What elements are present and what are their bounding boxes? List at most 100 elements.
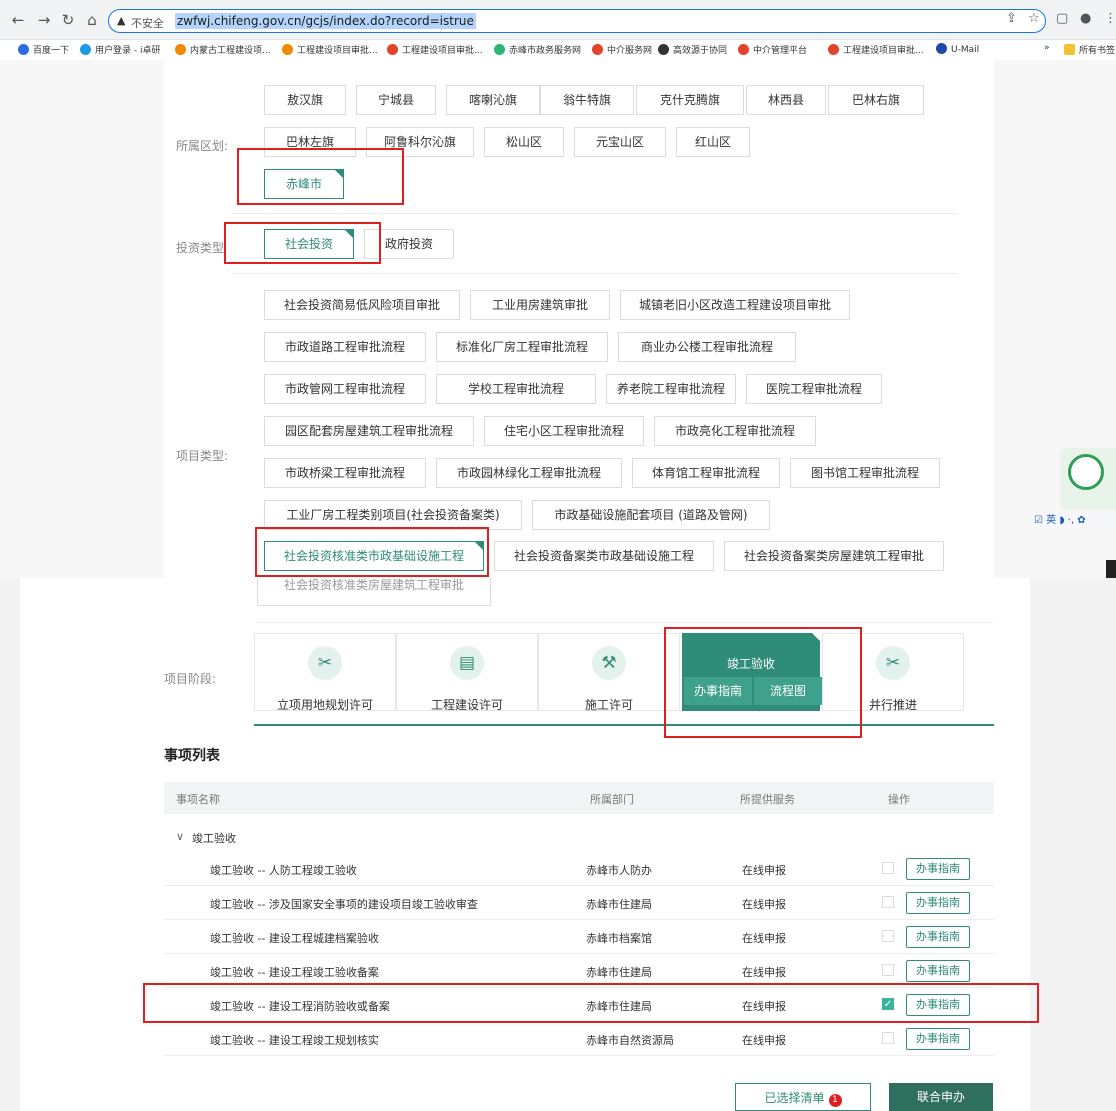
folder-icon: ▤	[450, 646, 484, 680]
insecure-label: 不安全	[131, 17, 164, 30]
project-type-tag[interactable]: 园区配套房屋建筑工程审批流程	[264, 416, 474, 446]
forward-icon[interactable]: →	[34, 10, 54, 30]
project-type-tag[interactable]: 商业办公楼工程审批流程	[618, 332, 796, 362]
bookmark-item[interactable]: 中介服务网	[592, 43, 652, 56]
row-guide-button[interactable]: 办事指南	[906, 960, 970, 982]
stage-construction-permit[interactable]: ⚒ 施工许可	[538, 633, 680, 712]
warning-icon: ▲	[117, 14, 126, 27]
project-type-tag[interactable]: 标准化厂房工程审批流程	[436, 332, 608, 362]
qr-widget[interactable]	[1060, 448, 1116, 510]
region-tag[interactable]: 敖汉旗	[264, 85, 346, 115]
annotation-box-investment	[224, 222, 381, 264]
region-tag[interactable]: 克什克腾旗	[636, 85, 744, 115]
annotation-box-region	[237, 148, 404, 205]
table-row[interactable]: 竣工验收 -- 建设工程城建档案验收 赤峰市档案馆 在线申报 办事指南	[164, 920, 994, 954]
bookmark-item[interactable]: 工程建设项目审批...	[387, 43, 483, 56]
project-type-tag[interactable]: 市政园林绿化工程审批流程	[436, 458, 622, 488]
region-label: 所属区划:	[176, 139, 229, 153]
table-row[interactable]: 竣工验收 -- 建设工程竣工规划核实 赤峰市自然资源局 在线申报 办事指南	[164, 1022, 994, 1056]
row-guide-button[interactable]: 办事指南	[906, 892, 970, 914]
project-type-tag[interactable]: 图书馆工程审批流程	[790, 458, 940, 488]
table-row[interactable]: 竣工验收 -- 涉及国家安全事项的建设项目竣工验收审查 赤峰市住建局 在线申报 办事指…	[164, 886, 994, 920]
bookmark-item[interactable]: 内蒙古工程建设项...	[175, 43, 271, 56]
region-tag[interactable]: 喀喇沁旗	[446, 85, 540, 115]
all-bookmarks-link[interactable]: 所有书签	[1064, 43, 1115, 56]
project-type-tag[interactable]: 市政基础设施配套项目 (道路及管网)	[532, 500, 770, 530]
selected-count-badge: 1	[828, 1094, 842, 1107]
row-guide-button[interactable]: 办事指南	[906, 858, 970, 880]
bookmark-favicon-icon	[80, 44, 91, 55]
project-type-tag[interactable]: 市政管网工程审批流程	[264, 374, 426, 404]
stage-land-planning[interactable]: ✂ 立项用地规划许可	[254, 633, 396, 712]
region-tag[interactable]: 巴林右旗	[828, 85, 924, 115]
bookmark-item[interactable]: 赤峰市政务服务网	[494, 43, 581, 56]
region-tag[interactable]: 林西县	[746, 85, 826, 115]
bookmark-item[interactable]: 工程建设项目审批...	[828, 43, 924, 56]
project-type-tag[interactable]: 社会投资简易低风险项目审批	[264, 290, 460, 320]
project-type-tag[interactable]: 工业厂房工程类别项目(社会投资备案类)	[264, 500, 522, 530]
bookmark-item[interactable]: 工程建设项目审批...	[282, 43, 378, 56]
row-dept: 赤峰市住建局	[586, 898, 652, 911]
bookmark-item[interactable]: 中介管理平台	[738, 43, 807, 56]
bookmark-favicon-icon	[936, 43, 947, 54]
project-type-tag[interactable]: 社会投资备案类房屋建筑工程审批	[724, 541, 944, 571]
url-text[interactable]: zwfwj.chifeng.gov.cn/gcjs/index.do?recor…	[175, 13, 476, 29]
sidepanel-icon[interactable]: ▢	[1056, 11, 1068, 26]
row-dept: 赤峰市自然资源局	[586, 1034, 674, 1047]
project-type-tag-overflow[interactable]: 社会投资核准类房屋建筑工程审批	[257, 578, 491, 606]
stage-construction-permit-eng[interactable]: ▤ 工程建设许可	[396, 633, 538, 712]
share-icon[interactable]: ⇪	[1006, 11, 1017, 26]
row-name: 竣工验收 -- 建设工程竣工验收备案	[210, 966, 379, 979]
project-type-tag[interactable]: 住宅小区工程审批流程	[484, 416, 644, 446]
side-tab[interactable]	[1106, 560, 1116, 578]
region-tag[interactable]: 松山区	[484, 127, 564, 157]
row-dept: 赤峰市人防办	[586, 864, 652, 877]
row-service: 在线申报	[742, 1034, 786, 1047]
qr-code-icon	[1068, 454, 1104, 490]
project-type-tag[interactable]: 学校工程审批流程	[436, 374, 596, 404]
bookmarks-bar: 百度一下 用户登录 - i卓研 内蒙古工程建设项... 工程建设项目审批... 工程建设…	[0, 40, 1116, 60]
bookmark-item[interactable]: 百度一下	[18, 43, 69, 56]
joint-apply-button[interactable]: 联合申办	[889, 1083, 993, 1111]
row-checkbox[interactable]	[882, 896, 894, 908]
project-type-tag[interactable]: 市政亮化工程审批流程	[654, 416, 816, 446]
row-name: 竣工验收 -- 建设工程城建档案验收	[210, 932, 379, 945]
annotation-box-stage	[664, 627, 862, 738]
browser-chrome: ← → ↻ ⌂ ▲ 不安全 zwfwj.chifeng.gov.cn/gcjs/…	[0, 0, 1116, 60]
row-guide-button[interactable]: 办事指南	[906, 1028, 970, 1050]
reload-icon[interactable]: ↻	[58, 10, 78, 30]
bookmark-item[interactable]: U-Mail	[936, 43, 979, 55]
ime-toolbar[interactable]: ☑ 英 ◗ ·, ✿	[1030, 513, 1116, 529]
region-tag[interactable]: 宁城县	[356, 85, 436, 115]
region-tag[interactable]: 红山区	[676, 127, 750, 157]
bookmark-item[interactable]: 用户登录 - i卓研	[80, 43, 160, 56]
list-header: 事项名称 所属部门 所提供服务 操作	[164, 782, 994, 814]
address-bar[interactable]: ▲ 不安全 zwfwj.chifeng.gov.cn/gcjs/index.do…	[108, 9, 1046, 33]
row-checkbox[interactable]	[882, 1032, 894, 1044]
row-checkbox[interactable]	[882, 862, 894, 874]
project-type-tag[interactable]: 体育馆工程审批流程	[632, 458, 780, 488]
project-type-tag[interactable]: 养老院工程审批流程	[606, 374, 736, 404]
project-type-tag[interactable]: 城镇老旧小区改造工程建设项目审批	[620, 290, 850, 320]
table-row[interactable]: 竣工验收 -- 人防工程竣工验收 赤峰市人防办 在线申报 办事指南	[164, 852, 994, 886]
project-type-tag[interactable]: 社会投资备案类市政基础设施工程	[494, 541, 714, 571]
bookmarks-overflow-icon[interactable]: »	[1044, 43, 1050, 53]
back-icon[interactable]: ←	[8, 10, 28, 30]
selected-list-button[interactable]: 已选择清单 1	[735, 1083, 871, 1111]
menu-icon[interactable]: ⋮	[1104, 11, 1116, 26]
row-checkbox[interactable]	[882, 930, 894, 942]
region-tag[interactable]: 翁牛特旗	[540, 85, 634, 115]
profile-icon[interactable]: ●	[1080, 11, 1091, 26]
home-icon[interactable]: ⌂	[82, 10, 102, 30]
list-title: 事项列表	[164, 748, 220, 764]
row-guide-button[interactable]: 办事指南	[906, 926, 970, 948]
region-tag[interactable]: 元宝山区	[574, 127, 666, 157]
project-type-tag[interactable]: 医院工程审批流程	[746, 374, 882, 404]
project-type-tag[interactable]: 工业用房建筑审批	[470, 290, 610, 320]
bookmark-item[interactable]: 高效源于协同	[658, 43, 727, 56]
project-type-tag[interactable]: 市政桥梁工程审批流程	[264, 458, 426, 488]
list-group[interactable]: ∨ 竣工验收	[164, 820, 994, 854]
project-type-tag[interactable]: 市政道路工程审批流程	[264, 332, 426, 362]
star-icon[interactable]: ☆	[1028, 11, 1040, 26]
row-checkbox[interactable]	[882, 964, 894, 976]
